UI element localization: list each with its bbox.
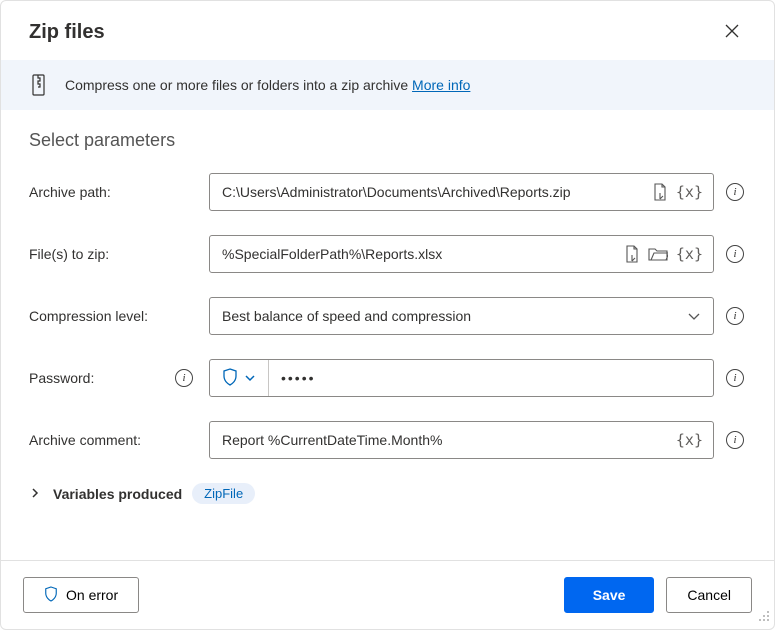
- close-button[interactable]: [718, 17, 746, 48]
- row-password: Password: i i: [29, 359, 746, 397]
- content-area: Select parameters Archive path: {x} i Fi…: [1, 110, 774, 560]
- label-archive-comment: Archive comment:: [29, 432, 199, 448]
- label-compression-level: Compression level:: [29, 308, 199, 324]
- chevron-right-icon: [29, 486, 41, 502]
- dialog-title: Zip files: [29, 21, 105, 44]
- chevron-down-icon: [675, 298, 713, 334]
- select-compression-level[interactable]: Best balance of speed and compression: [209, 297, 714, 335]
- dialog-header: Zip files: [1, 1, 774, 60]
- close-icon: [724, 23, 740, 39]
- folder-picker-icon[interactable]: [648, 246, 668, 262]
- row-compression-level: Compression level: Best balance of speed…: [29, 297, 746, 335]
- save-button[interactable]: Save: [564, 577, 655, 613]
- zip-icon: [29, 74, 51, 96]
- variables-produced-row[interactable]: Variables produced ZipFile: [29, 483, 746, 504]
- info-icon[interactable]: i: [726, 245, 744, 263]
- section-title: Select parameters: [29, 130, 746, 151]
- input-password[interactable]: [269, 360, 713, 396]
- file-picker-icon[interactable]: [652, 183, 668, 201]
- variables-label: Variables produced: [53, 486, 182, 502]
- on-error-button[interactable]: On error: [23, 577, 139, 613]
- select-value: Best balance of speed and compression: [210, 298, 675, 334]
- field-files-to-zip: {x}: [209, 235, 714, 273]
- dialog-footer: On error Save Cancel: [1, 560, 774, 629]
- input-files-to-zip[interactable]: [210, 236, 614, 272]
- info-icon[interactable]: i: [726, 183, 744, 201]
- variable-chip[interactable]: ZipFile: [192, 483, 255, 504]
- label-archive-path: Archive path:: [29, 184, 199, 200]
- shield-icon: [222, 368, 238, 389]
- field-archive-comment: {x}: [209, 421, 714, 459]
- input-archive-comment[interactable]: [210, 422, 666, 458]
- info-icon[interactable]: i: [175, 369, 193, 387]
- resize-handle[interactable]: [757, 609, 771, 626]
- more-info-link[interactable]: More info: [412, 77, 470, 93]
- row-files-to-zip: File(s) to zip: {x} i: [29, 235, 746, 273]
- file-picker-icon[interactable]: [624, 245, 640, 263]
- label-password: Password: i: [29, 369, 199, 387]
- variable-picker-icon[interactable]: {x}: [676, 183, 703, 201]
- input-archive-path[interactable]: [210, 174, 642, 210]
- info-icon[interactable]: i: [726, 307, 744, 325]
- row-archive-comment: Archive comment: {x} i: [29, 421, 746, 459]
- field-password: [209, 359, 714, 397]
- shield-icon: [44, 586, 58, 605]
- label-files-to-zip: File(s) to zip:: [29, 246, 199, 262]
- info-icon[interactable]: i: [726, 369, 744, 387]
- variable-picker-icon[interactable]: {x}: [676, 431, 703, 449]
- info-banner: Compress one or more files or folders in…: [1, 60, 774, 110]
- variable-picker-icon[interactable]: {x}: [676, 245, 703, 263]
- field-archive-path: {x}: [209, 173, 714, 211]
- info-icon[interactable]: i: [726, 431, 744, 449]
- chevron-down-icon: [244, 372, 256, 384]
- password-mode-selector[interactable]: [210, 360, 269, 396]
- banner-text: Compress one or more files or folders in…: [65, 77, 470, 93]
- cancel-button[interactable]: Cancel: [666, 577, 752, 613]
- row-archive-path: Archive path: {x} i: [29, 173, 746, 211]
